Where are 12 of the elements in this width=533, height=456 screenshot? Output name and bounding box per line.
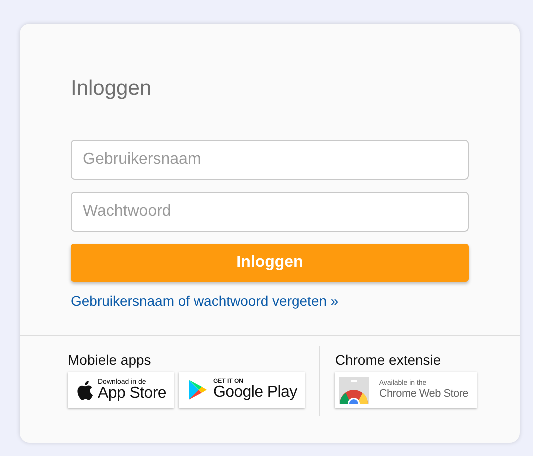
chrome-icon: [339, 376, 370, 404]
input-field[interactable]: Gebruikersnaam: [71, 140, 469, 180]
badge-title: App Store: [98, 386, 166, 402]
login-title: Inloggen: [71, 76, 153, 102]
badge-title: Google Play: [213, 385, 298, 401]
apple-icon: [77, 380, 93, 400]
play-icon: [188, 379, 208, 401]
forgot-password-link[interactable]: Gebruikersnaam of wachtwoord vergeten »: [71, 293, 339, 309]
badge-title: Chrome Web Store: [379, 389, 468, 400]
section-heading: Chrome extensie: [335, 352, 442, 368]
section-heading: Mobiele apps: [68, 352, 152, 368]
input-field[interactable]: Wachtwoord: [71, 192, 469, 232]
